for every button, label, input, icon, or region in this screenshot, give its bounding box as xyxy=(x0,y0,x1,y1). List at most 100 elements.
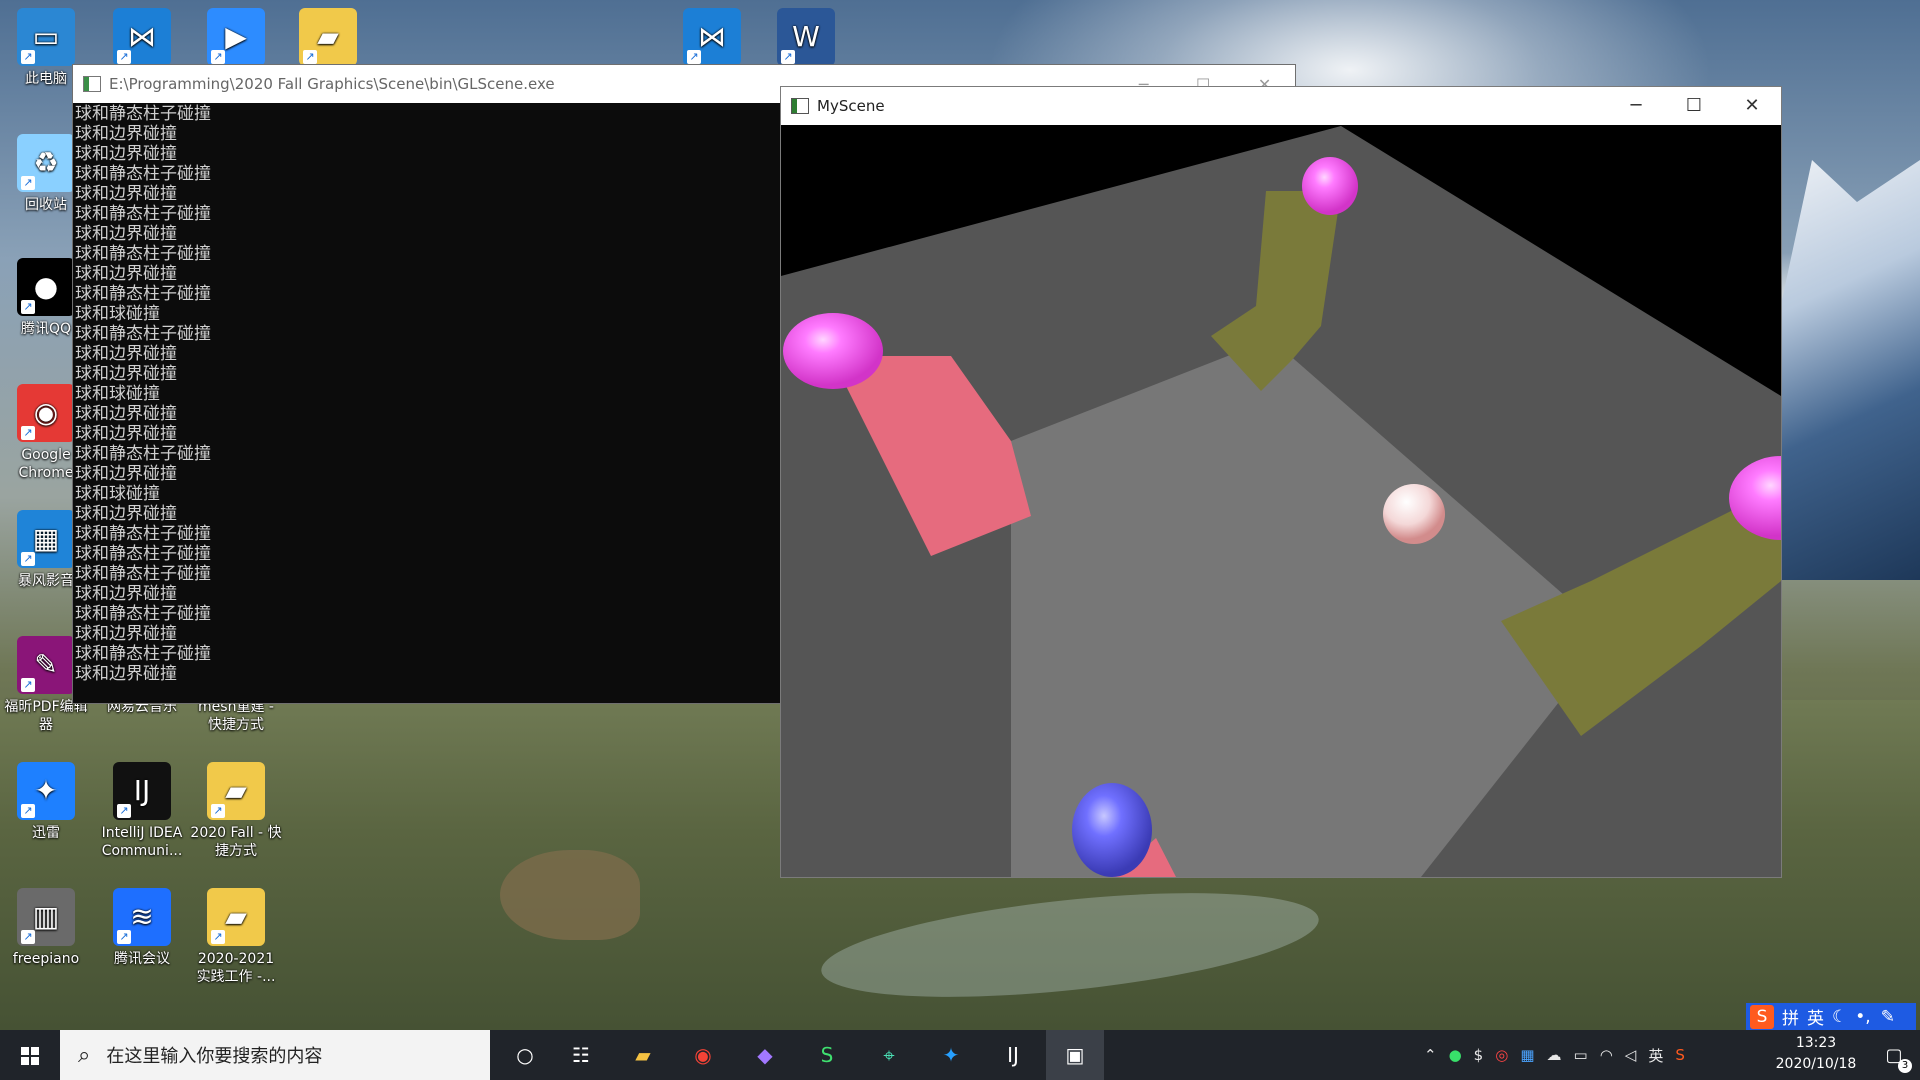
ime-moon-icon: ☾ xyxy=(1832,1006,1848,1027)
script-app-taskbar-icon[interactable]: S xyxy=(798,1030,856,1080)
console-line: 球和静态柱子碰撞 xyxy=(75,284,211,304)
wechat-tray-icon[interactable]: ● xyxy=(1449,1046,1462,1064)
shortcut-arrow-icon: ↗ xyxy=(117,50,131,64)
netease-tray-icon[interactable]: ◎ xyxy=(1495,1046,1508,1064)
console-line: 球和边界碰撞 xyxy=(75,144,177,164)
console-app-icon xyxy=(83,76,101,92)
recycle-bin-icon: ♻ ↗ xyxy=(17,134,75,192)
myscene-close-button[interactable]: ✕ xyxy=(1723,87,1781,125)
ime-mode[interactable]: 拼 xyxy=(1782,1004,1799,1029)
taskbar-search-box[interactable]: ⌕ 在这里输入你要搜索的内容 xyxy=(60,1030,490,1080)
media-player-icon: ▦ ↗ xyxy=(17,510,75,568)
taskbar-clock[interactable]: 13:23 2020/10/18 xyxy=(1770,1033,1862,1075)
console-line: 球和静态柱子碰撞 xyxy=(75,244,211,264)
pdf-pen-icon: ✎ ↗ xyxy=(17,636,75,694)
desktop-icon-label: IntelliJ IDEA Communi... xyxy=(101,825,183,859)
console-line: 球和边界碰撞 xyxy=(75,584,177,604)
desktop-icon-vscode-top[interactable]: ⋈ ↗ xyxy=(96,8,188,70)
sogou-icon: S xyxy=(1750,1004,1774,1029)
vscode-taskbar-icon[interactable]: ✦ xyxy=(922,1030,980,1080)
input-language-button[interactable]: 英 xyxy=(1648,1045,1663,1066)
console-line: 球和静态柱子碰撞 xyxy=(75,604,211,624)
shortcut-arrow-icon: ↗ xyxy=(21,552,35,566)
shortcut-arrow-icon: ↗ xyxy=(21,930,35,944)
desktop-icon-label: 2020-2021 实践工作 -... xyxy=(196,951,276,985)
ime-language[interactable]: 英 xyxy=(1807,1004,1824,1029)
myscene-titlebar[interactable]: MyScene ─ ☐ ✕ xyxy=(781,87,1781,125)
desktop-icon-folder-top[interactable]: ▰ ↗ xyxy=(282,8,374,70)
wifi-tray-icon[interactable]: ◠ xyxy=(1600,1046,1613,1064)
dollar-tray-icon[interactable]: $ xyxy=(1474,1046,1484,1064)
myscene-maximize-button[interactable]: ☐ xyxy=(1665,87,1723,125)
sogou-tray-icon[interactable]: S xyxy=(1675,1046,1685,1064)
meeting-icon: ≋ ↗ xyxy=(113,888,171,946)
start-button[interactable] xyxy=(0,1030,58,1080)
desktop-icon-xunlei[interactable]: ✦ ↗ 迅雷 xyxy=(0,762,92,842)
desktop-icon-label: 迅雷 xyxy=(32,825,60,841)
chrome-taskbar-icon[interactable]: ◉ xyxy=(674,1030,732,1080)
desktop-icon-intellij[interactable]: IJ ↗ IntelliJ IDEA Communi... xyxy=(96,762,188,860)
penguin-icon: ● ↗ xyxy=(17,258,75,316)
video-camera-icon: ▶ ↗ xyxy=(207,8,265,66)
file-explorer-taskbar-icon[interactable]: ▰ xyxy=(614,1030,672,1080)
desktop-icon-folder-practice[interactable]: ▰ ↗ 2020-2021 实践工作 -... xyxy=(190,888,282,986)
folder-icon: ▰↗ xyxy=(299,8,357,66)
shortcut-arrow-icon: ↗ xyxy=(21,678,35,692)
task-view-button[interactable]: ☷ xyxy=(552,1030,610,1080)
opengl-viewport[interactable] xyxy=(781,126,1781,877)
console-line: 球和边界碰撞 xyxy=(75,664,177,684)
desktop-icon-tencent-meeting[interactable]: ≋ ↗ 腾讯会议 xyxy=(96,888,188,968)
cortana-button[interactable]: ○ xyxy=(496,1030,554,1080)
intellij-taskbar-icon[interactable]: IJ xyxy=(984,1030,1042,1080)
shortcut-arrow-icon: ↗ xyxy=(21,50,35,64)
shortcut-arrow-icon: ↗ xyxy=(117,804,131,818)
intellij-icon: IJ ↗ xyxy=(113,762,171,820)
desktop-icon-freepiano[interactable]: ▥ ↗ freepiano xyxy=(0,888,92,968)
shortcut-arrow-icon: ↗ xyxy=(303,50,317,64)
ime-toolbar[interactable]: S 拼 英 ☾ •, ✎ xyxy=(1746,1003,1916,1030)
notification-center-button[interactable]: ▢ 3 xyxy=(1868,1030,1920,1080)
shortcut-arrow-icon: ↗ xyxy=(211,804,225,818)
map-app-taskbar-icon[interactable]: ⌖ xyxy=(860,1030,918,1080)
desktop-icon-vscode-top-2[interactable]: ⋈ ↗ xyxy=(666,8,758,70)
console-line: 球和边界碰撞 xyxy=(75,624,177,644)
desktop-icon-label: freepiano xyxy=(12,951,80,967)
console-line: 球和边界碰撞 xyxy=(75,344,177,364)
notification-badge: 3 xyxy=(1898,1059,1912,1073)
search-placeholder: 在这里输入你要搜索的内容 xyxy=(106,1046,323,1067)
bird-icon: ✦ ↗ xyxy=(17,762,75,820)
glscene-taskbar-icon[interactable]: ▣ xyxy=(1046,1030,1104,1080)
pink-ball-top xyxy=(1302,157,1358,215)
console-line: 球和边界碰撞 xyxy=(75,424,177,444)
desktop-icon-folder-2020[interactable]: ▰ ↗ 2020 Fall - 快捷方式 xyxy=(190,762,282,860)
console-line: 球和边界碰撞 xyxy=(75,124,177,144)
myscene-window[interactable]: MyScene ─ ☐ ✕ xyxy=(780,86,1782,878)
ime-tools-icon: ✎ xyxy=(1880,1006,1895,1027)
console-line: 球和边界碰撞 xyxy=(75,364,177,384)
console-line: 球和边界碰撞 xyxy=(75,464,177,484)
cloud-tray-icon[interactable]: ☁ xyxy=(1547,1046,1562,1064)
myscene-minimize-button[interactable]: ─ xyxy=(1607,87,1665,125)
white-ball xyxy=(1383,484,1445,544)
windows-logo-tile-4 xyxy=(31,1057,39,1065)
console-line: 球和球碰撞 xyxy=(75,304,160,324)
desktop-icon-zoom[interactable]: ▶ ↗ xyxy=(190,8,282,70)
tray-chevron-icon[interactable]: ⌃ xyxy=(1424,1046,1437,1064)
console-output[interactable]: 球和静态柱子碰撞 球和边界碰撞 球和边界碰撞 球和静态柱子碰撞 球和边界碰撞 球和静态柱子… xyxy=(75,104,775,684)
desktop-icon-word[interactable]: W ↗ xyxy=(760,8,852,70)
console-line: 球和球碰撞 xyxy=(75,384,160,404)
taskbar: ⌕ 在这里输入你要搜索的内容 ○ ☷ ▰ ◉ ◆ S ⌖ ✦ IJ ▣ ⌃ ● … xyxy=(0,1030,1920,1080)
console-line: 球和静态柱子碰撞 xyxy=(75,444,211,464)
console-line: 球和静态柱子碰撞 xyxy=(75,564,211,584)
console-line: 球和静态柱子碰撞 xyxy=(75,544,211,564)
windows-logo-tile-3 xyxy=(21,1057,29,1065)
desktop-icon-label: 2020 Fall - 快捷方式 xyxy=(190,825,282,859)
windows-logo-tile-2 xyxy=(31,1047,39,1055)
word-document-icon: W ↗ xyxy=(777,8,835,66)
visual-studio-taskbar-icon[interactable]: ◆ xyxy=(736,1030,794,1080)
volume-muted-tray-icon[interactable]: ◁ xyxy=(1625,1046,1637,1064)
battery-tray-icon[interactable]: ▭ xyxy=(1574,1046,1588,1064)
shortcut-arrow-icon: ↗ xyxy=(211,930,225,944)
app-tray-icon[interactable]: ▦ xyxy=(1520,1046,1534,1064)
folder-icon: ▰↗ xyxy=(207,888,265,946)
